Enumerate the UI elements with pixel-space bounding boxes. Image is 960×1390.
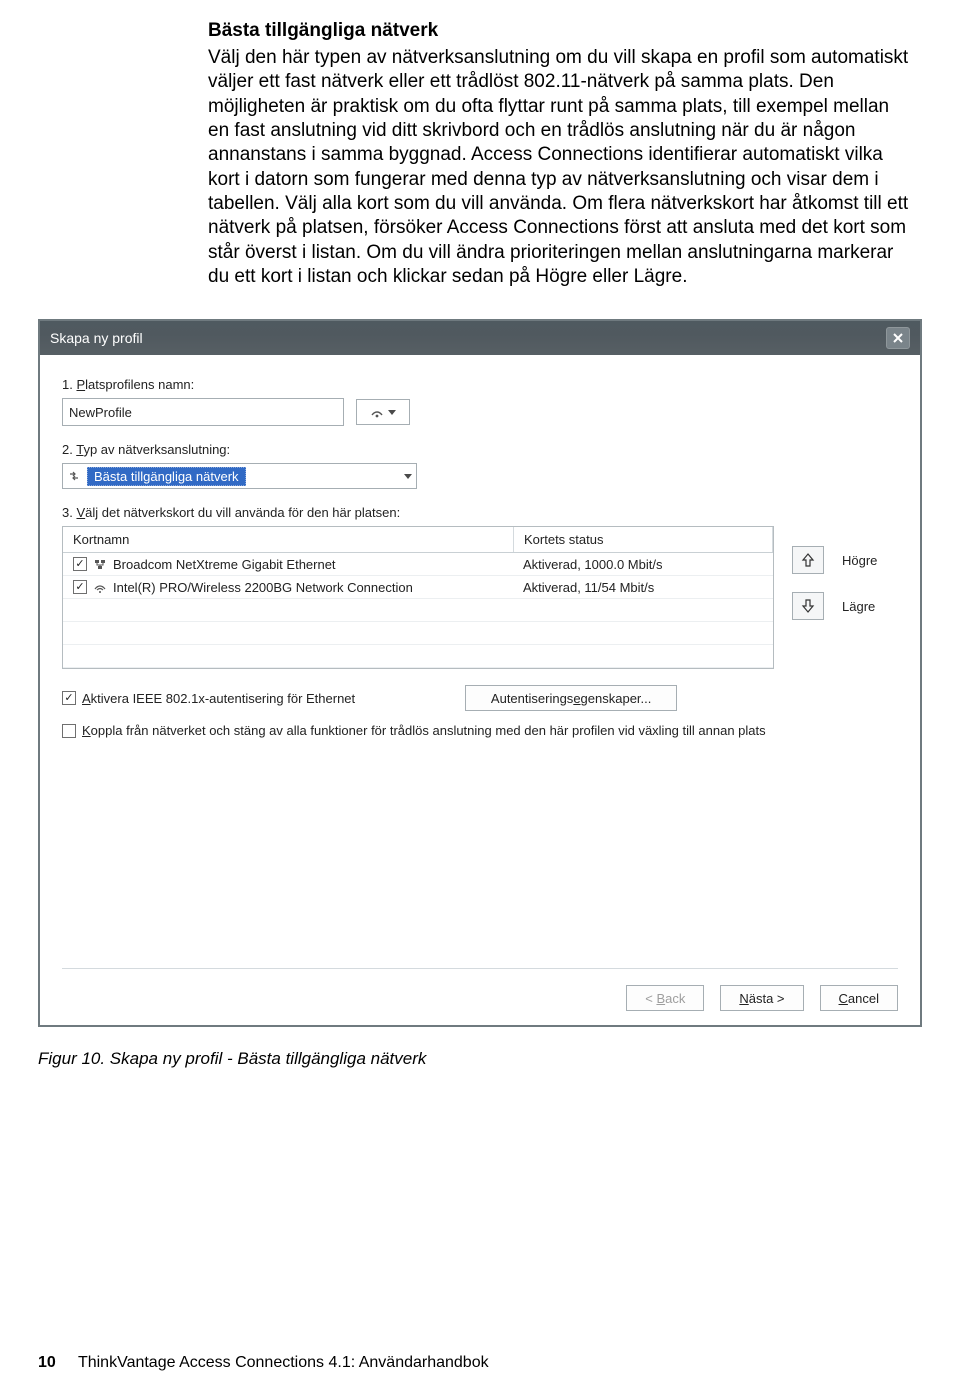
- disconnect-checkbox-row[interactable]: Koppla från nätverket och stäng av alla …: [62, 723, 898, 738]
- dialog-titlebar[interactable]: Skapa ny profil: [40, 321, 920, 355]
- auth-props-button[interactable]: Autentiseringsegenskaper...: [465, 685, 677, 711]
- step1-label: 1. Platsprofilens namn:: [62, 377, 898, 392]
- step3: 3. Välj det nätverkskort du vill använda…: [62, 505, 898, 738]
- table-row-empty: .: [63, 599, 773, 622]
- row-checkbox[interactable]: [73, 580, 87, 594]
- arrow-down-icon: [801, 598, 815, 614]
- connection-type-select[interactable]: Bästa tillgängliga nätverk: [62, 463, 417, 489]
- arrow-up-icon: [801, 552, 815, 568]
- move-up-button[interactable]: Högre: [792, 546, 877, 574]
- step2: 2. Typ av nätverksanslutning: Bästa till…: [62, 442, 898, 489]
- page-number: 10: [38, 1354, 56, 1371]
- doc-section: Bästa tillgängliga nätverk Välj den här …: [208, 20, 912, 289]
- th-kortnamn[interactable]: Kortnamn: [63, 527, 514, 552]
- doc-paragraph: Välj den här typen av nätverksanslutning…: [208, 46, 912, 289]
- ieee-label: Aktivera IEEE 802.1x-autentisering för E…: [82, 691, 355, 706]
- step3-label: 3. Välj det nätverkskort du vill använda…: [62, 505, 898, 520]
- ieee-checkbox-row[interactable]: Aktivera IEEE 802.1x-autentisering för E…: [62, 691, 355, 706]
- next-button[interactable]: Nästa >: [720, 985, 803, 1011]
- dialog-create-profile: Skapa ny profil 1. Platsprofilens namn: …: [38, 319, 922, 1027]
- step1: 1. Platsprofilens namn: NewProfile: [62, 377, 898, 426]
- table-row-empty: .: [63, 645, 773, 668]
- row-checkbox[interactable]: [73, 557, 87, 571]
- move-down-button[interactable]: Lägre: [792, 592, 877, 620]
- close-button[interactable]: [886, 327, 910, 349]
- th-status[interactable]: Kortets status: [514, 527, 773, 552]
- dialog-body: 1. Platsprofilens namn: NewProfile 2. Ty…: [40, 355, 920, 1025]
- arrows-icon: [67, 469, 81, 483]
- cancel-button[interactable]: Cancel: [820, 985, 898, 1011]
- disconnect-checkbox[interactable]: [62, 724, 76, 738]
- close-icon: [892, 332, 904, 344]
- ethernet-icon: [93, 557, 107, 571]
- chevron-down-icon: [404, 474, 412, 479]
- dialog-title: Skapa ny profil: [50, 330, 143, 346]
- figure-caption: Figur 10. Skapa ny profil - Bästa tillgä…: [38, 1049, 922, 1069]
- footer-title: ThinkVantage Access Connections 4.1: Anv…: [78, 1354, 489, 1371]
- table-header: Kortnamn Kortets status: [63, 527, 773, 553]
- disconnect-label: Koppla från nätverket och stäng av alla …: [82, 723, 766, 738]
- wizard-button-bar: < Back Nästa > Cancel: [62, 968, 898, 1011]
- wireless-icon: [93, 580, 107, 594]
- nic-table[interactable]: Kortnamn Kortets status Broadcom NetXtre…: [62, 526, 774, 669]
- profile-icon-picker[interactable]: [356, 399, 410, 425]
- page-footer: 10 ThinkVantage Access Connections 4.1: …: [38, 1354, 489, 1372]
- step2-label: 2. Typ av nätverksanslutning:: [62, 442, 898, 457]
- doc-heading: Bästa tillgängliga nätverk: [208, 20, 912, 42]
- table-row[interactable]: Intel(R) PRO/Wireless 2200BG Network Con…: [63, 576, 773, 599]
- chevron-down-icon: [388, 410, 396, 415]
- profile-name-input[interactable]: NewProfile: [62, 398, 344, 426]
- table-row-empty: .: [63, 622, 773, 645]
- signal-icon: [370, 405, 384, 419]
- table-row[interactable]: Broadcom NetXtreme Gigabit Ethernet Akti…: [63, 553, 773, 576]
- back-button[interactable]: < Back: [626, 985, 704, 1011]
- ieee-checkbox[interactable]: [62, 691, 76, 705]
